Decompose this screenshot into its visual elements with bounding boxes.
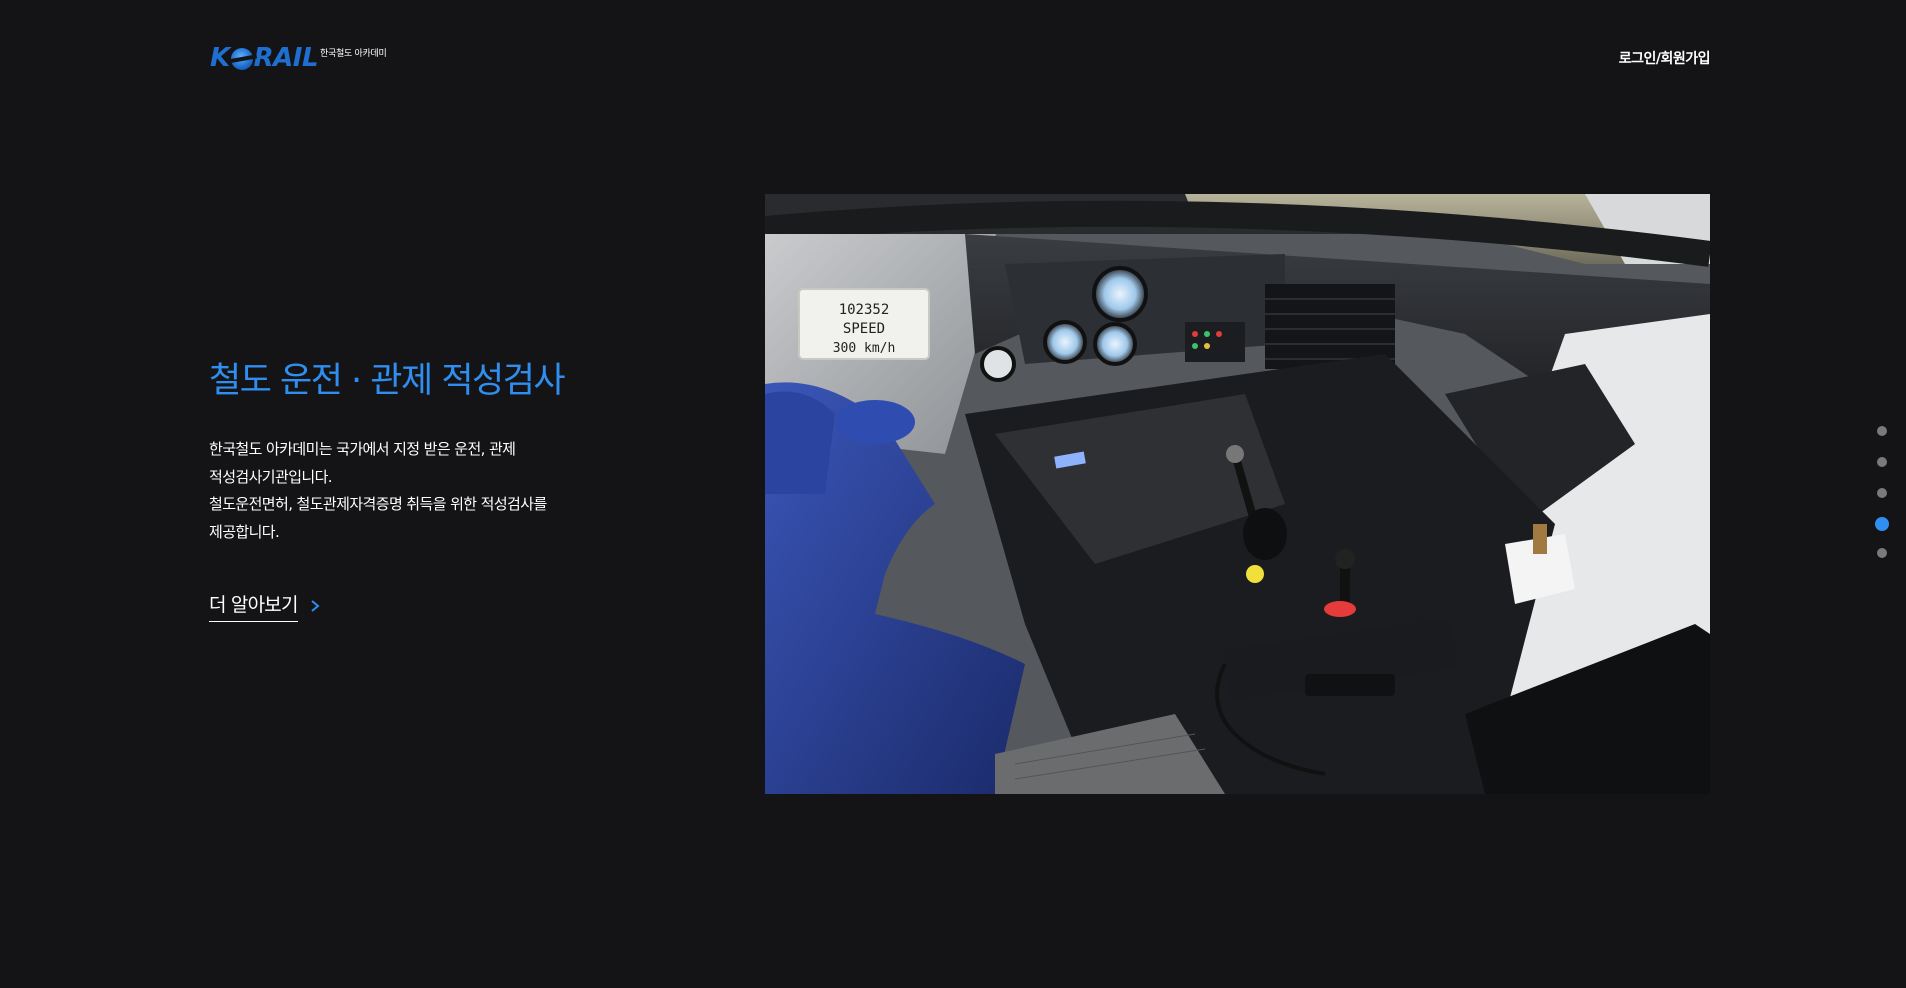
learn-more-label: 더 알아보기 <box>209 594 298 622</box>
speed-plate-line: SPEED <box>843 321 885 337</box>
hero-description: 한국철도 아카데미는 국가에서 지정 받은 운전, 관제 적성검사기관입니다. … <box>209 436 589 546</box>
pagination-dot-5[interactable] <box>1877 548 1887 558</box>
speed-plate-line: 102352 <box>839 302 890 318</box>
speed-plate-line: 300 km/h <box>833 341 896 356</box>
hero-description-line: 철도운전면허, 철도관제자격증명 취득을 위한 적성검사를 <box>209 495 547 513</box>
logo-subtitle: 한국철도 아카데미 <box>320 49 387 59</box>
learn-more-link[interactable]: 더 알아보기 <box>209 594 322 622</box>
pagination-dot-2[interactable] <box>1877 457 1887 467</box>
section-pagination <box>1875 426 1889 579</box>
train-cab-illustration: 102352 SPEED 300 km/h <box>765 194 1710 794</box>
pagination-dot-4-active[interactable] <box>1875 517 1889 531</box>
logo-globe-icon <box>230 48 253 70</box>
pagination-dot-3[interactable] <box>1877 488 1887 498</box>
korail-logo[interactable]: K RAIL 한국철도 아카데미 <box>210 43 387 73</box>
logo-wordmark: K RAIL <box>210 43 319 73</box>
pagination-dot-1[interactable] <box>1877 426 1887 436</box>
page: K RAIL 한국철도 아카데미 로그인/회원가입 철도 운전 · 관제 적성검사… <box>0 0 1906 988</box>
hero-description-line: 한국철도 아카데미는 국가에서 지정 받은 운전, 관제 <box>209 440 516 458</box>
hero-description-line: 제공합니다. <box>209 522 280 541</box>
hero-description-line: 적성검사기관입니다. <box>209 467 333 486</box>
login-signup-link[interactable]: 로그인/회원가입 <box>1619 48 1711 68</box>
hero-title: 철도 운전 · 관제 적성검사 <box>209 361 566 401</box>
chevron-right-icon <box>311 600 320 612</box>
train-cab-photo: 102352 SPEED 300 km/h <box>765 194 1710 794</box>
